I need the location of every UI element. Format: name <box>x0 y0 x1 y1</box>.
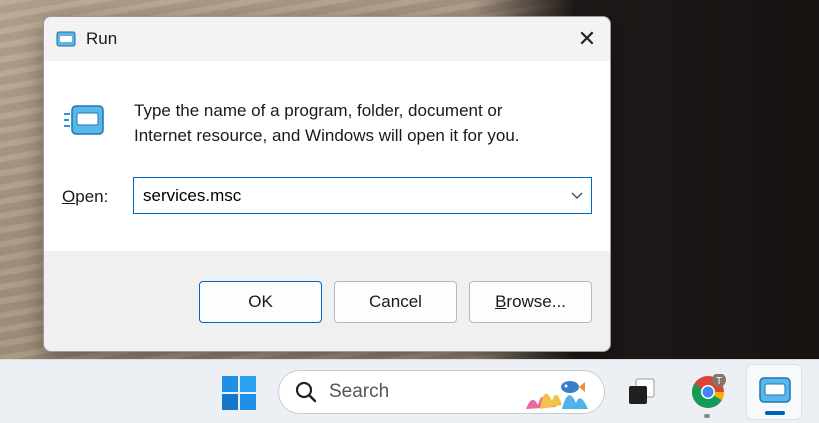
search-label: Search <box>329 381 390 402</box>
task-view-icon[interactable] <box>624 374 660 410</box>
cancel-button[interactable]: Cancel <box>334 281 457 323</box>
open-input[interactable] <box>134 178 563 213</box>
browse-button[interactable]: Browse... <box>469 281 592 323</box>
taskbar: Search T <box>0 359 819 423</box>
open-combobox[interactable] <box>133 177 592 214</box>
active-indicator <box>765 411 785 415</box>
chrome-profile-badge: T <box>716 376 722 387</box>
browse-rest: rowse... <box>506 292 566 311</box>
browse-accel: B <box>495 292 507 311</box>
open-label-rest: pen: <box>75 187 109 206</box>
chevron-down-icon[interactable] <box>563 178 591 213</box>
search-icon <box>295 381 317 403</box>
instruction-line-2: Internet resource, and Windows will open… <box>134 126 520 145</box>
run-dialog: Run ✕ Type the name of a program, folder… <box>43 16 611 352</box>
run-icon <box>759 377 791 403</box>
close-button[interactable]: ✕ <box>564 17 610 61</box>
chrome-icon[interactable]: T <box>690 374 726 410</box>
chrome-running-indicator <box>704 414 710 418</box>
title-bar: Run ✕ <box>44 17 610 61</box>
ok-button[interactable]: OK <box>199 281 322 323</box>
instruction-text: Type the name of a program, folder, docu… <box>134 98 584 148</box>
run-large-icon <box>64 105 104 135</box>
window-title: Run <box>86 29 118 48</box>
search-highlight-icon <box>526 381 588 409</box>
open-label: Open: <box>62 187 108 207</box>
taskbar-run-button[interactable] <box>746 364 802 420</box>
windows-start-icon[interactable] <box>221 375 257 411</box>
open-label-accel: O <box>62 187 76 206</box>
run-icon <box>56 31 76 47</box>
dialog-content: Type the name of a program, folder, docu… <box>44 61 610 251</box>
taskbar-search[interactable]: Search <box>278 370 605 414</box>
instruction-line-1: Type the name of a program, folder, docu… <box>134 101 503 120</box>
close-icon: ✕ <box>577 26 597 51</box>
